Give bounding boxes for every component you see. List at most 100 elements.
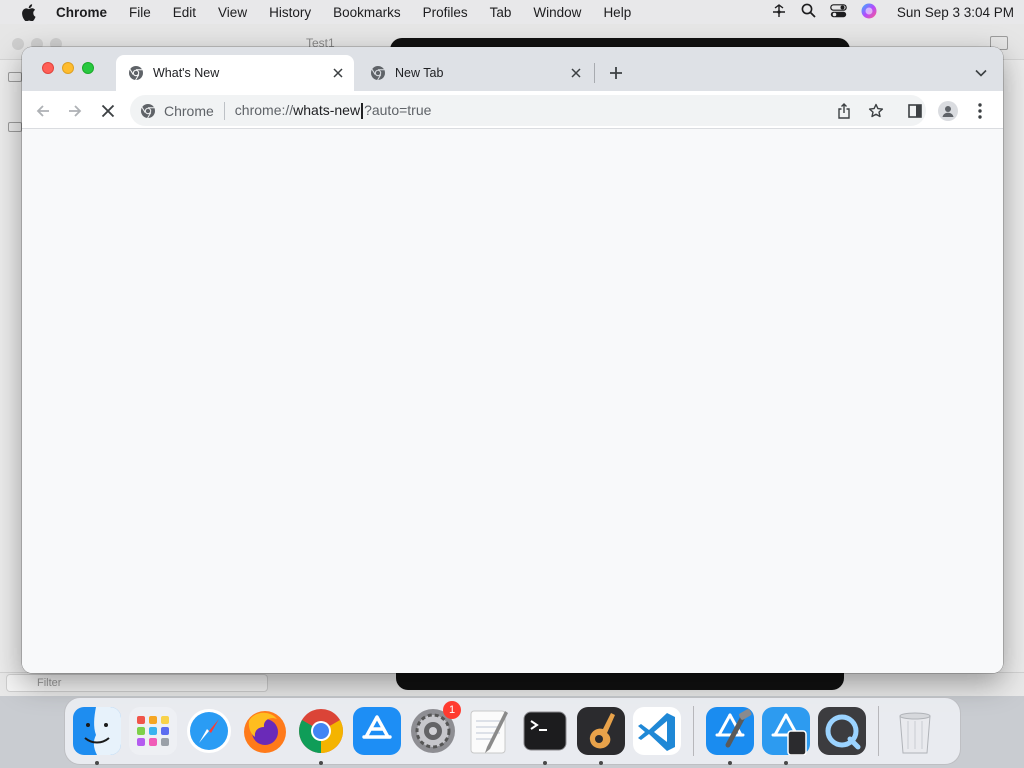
dock-app-store[interactable] xyxy=(353,707,401,755)
background-bottom-dark-bar xyxy=(396,672,844,690)
running-indicator xyxy=(319,761,323,765)
bookmark-star-button[interactable] xyxy=(866,101,886,121)
address-divider xyxy=(223,101,225,120)
stop-loading-button[interactable] xyxy=(95,98,121,124)
background-folder-icon xyxy=(8,72,22,82)
dock: 1 xyxy=(64,697,961,765)
tab-label: New Tab xyxy=(395,66,444,80)
terminal-icon xyxy=(523,711,567,751)
simulator-icon xyxy=(762,707,810,755)
dock-visual-studio-code[interactable] xyxy=(633,707,681,755)
back-arrow-icon xyxy=(36,105,49,117)
dock-garageband[interactable] xyxy=(577,707,625,765)
running-indicator xyxy=(95,761,99,765)
spotlight-search-icon[interactable] xyxy=(801,3,816,21)
running-indicator xyxy=(728,761,732,765)
side-panel-button[interactable] xyxy=(904,100,926,122)
dock-simulator[interactable] xyxy=(762,707,810,765)
tab-whats-new[interactable]: What's New xyxy=(116,55,354,91)
menu-file[interactable]: File xyxy=(129,5,151,20)
siri-icon[interactable] xyxy=(861,3,877,22)
control-center-icon[interactable] xyxy=(830,3,847,21)
menu-bookmarks[interactable]: Bookmarks xyxy=(333,5,401,20)
menu-window[interactable]: Window xyxy=(533,5,581,20)
tab-separator xyxy=(594,63,595,83)
page-content-area[interactable] xyxy=(22,130,1003,673)
network-status-icon[interactable] xyxy=(771,3,787,21)
menu-bar: Chrome File Edit View History Bookmarks … xyxy=(0,0,1024,24)
menu-help[interactable]: Help xyxy=(603,5,631,20)
window-controls xyxy=(42,62,94,74)
share-icon xyxy=(838,103,850,119)
quicktime-icon xyxy=(818,707,866,755)
close-icon xyxy=(101,104,115,118)
person-icon xyxy=(942,106,954,117)
chrome-favicon-icon xyxy=(128,65,144,81)
textedit-icon xyxy=(470,710,508,754)
browser-toolbar: Chrome chrome://whats-new ?auto=true xyxy=(22,91,1003,129)
chrome-menu-button[interactable] xyxy=(969,100,991,122)
dock-safari[interactable] xyxy=(185,707,233,755)
chrome-icon xyxy=(299,709,343,753)
xcode-icon xyxy=(706,707,754,755)
minimize-window-button[interactable] xyxy=(62,62,74,74)
url-text[interactable]: chrome://whats-new ?auto=true xyxy=(234,101,432,120)
url-scheme: chrome:// xyxy=(234,101,294,118)
menu-app-name[interactable]: Chrome xyxy=(56,5,107,20)
dock-firefox[interactable] xyxy=(241,707,289,755)
dock-finder[interactable] xyxy=(73,707,121,765)
tab-new-tab[interactable]: New Tab xyxy=(358,55,592,91)
trash-icon xyxy=(899,712,931,754)
tab-search-button[interactable] xyxy=(969,61,993,85)
menu-history[interactable]: History xyxy=(269,5,311,20)
zoom-window-button[interactable] xyxy=(82,62,94,74)
menu-tab[interactable]: Tab xyxy=(490,5,512,20)
garageband-icon xyxy=(577,707,625,755)
finder-icon xyxy=(73,707,121,755)
apple-menu-icon[interactable] xyxy=(18,2,38,22)
tab-label: What's New xyxy=(153,66,220,80)
plus-icon xyxy=(610,67,622,79)
launchpad-icon xyxy=(129,707,177,755)
background-filter-field: Filter xyxy=(6,674,268,692)
profile-button[interactable] xyxy=(937,100,959,122)
menubar-clock[interactable]: Sun Sep 3 3:04 PM xyxy=(897,5,1014,20)
chrome-logo-icon xyxy=(140,103,156,119)
chrome-window: What's New New Tab Chrome chrome://whats… xyxy=(22,47,1003,673)
close-tab-icon[interactable] xyxy=(566,63,586,83)
side-panel-icon xyxy=(908,104,922,118)
dock-trash[interactable] xyxy=(891,707,939,755)
dock-google-chrome[interactable] xyxy=(297,707,345,765)
close-tab-icon[interactable] xyxy=(328,63,348,83)
dock-xcode[interactable] xyxy=(706,707,754,765)
dock-launchpad[interactable] xyxy=(129,707,177,755)
dock-terminal[interactable] xyxy=(521,707,569,765)
dock-quicktime-player[interactable] xyxy=(818,707,866,755)
firefox-icon xyxy=(244,711,286,753)
forward-button[interactable] xyxy=(62,98,88,124)
address-bar[interactable]: Chrome chrome://whats-new ?auto=true xyxy=(130,95,926,126)
menu-profiles[interactable]: Profiles xyxy=(423,5,468,20)
chrome-favicon-icon xyxy=(370,65,386,81)
close-window-button[interactable] xyxy=(42,62,54,74)
dock-system-settings[interactable]: 1 xyxy=(409,701,461,755)
running-indicator xyxy=(543,761,547,765)
avatar xyxy=(938,101,958,121)
site-chip-label[interactable]: Chrome xyxy=(164,103,214,119)
url-query: ?auto=true xyxy=(364,101,432,118)
dock-textedit[interactable] xyxy=(465,707,513,755)
app-store-icon xyxy=(353,707,401,755)
share-button[interactable] xyxy=(834,101,854,121)
back-button[interactable] xyxy=(30,98,56,124)
forward-arrow-icon xyxy=(69,105,82,117)
menu-view[interactable]: View xyxy=(218,5,247,20)
running-indicator xyxy=(784,761,788,765)
menu-edit[interactable]: Edit xyxy=(173,5,196,20)
dock-separator xyxy=(693,706,694,756)
new-tab-button[interactable] xyxy=(604,61,628,85)
chevron-down-icon xyxy=(975,69,987,77)
background-navigator-icon xyxy=(8,122,22,132)
star-icon xyxy=(868,103,884,118)
vscode-icon xyxy=(633,707,681,755)
url-host: whats-new xyxy=(293,101,361,118)
